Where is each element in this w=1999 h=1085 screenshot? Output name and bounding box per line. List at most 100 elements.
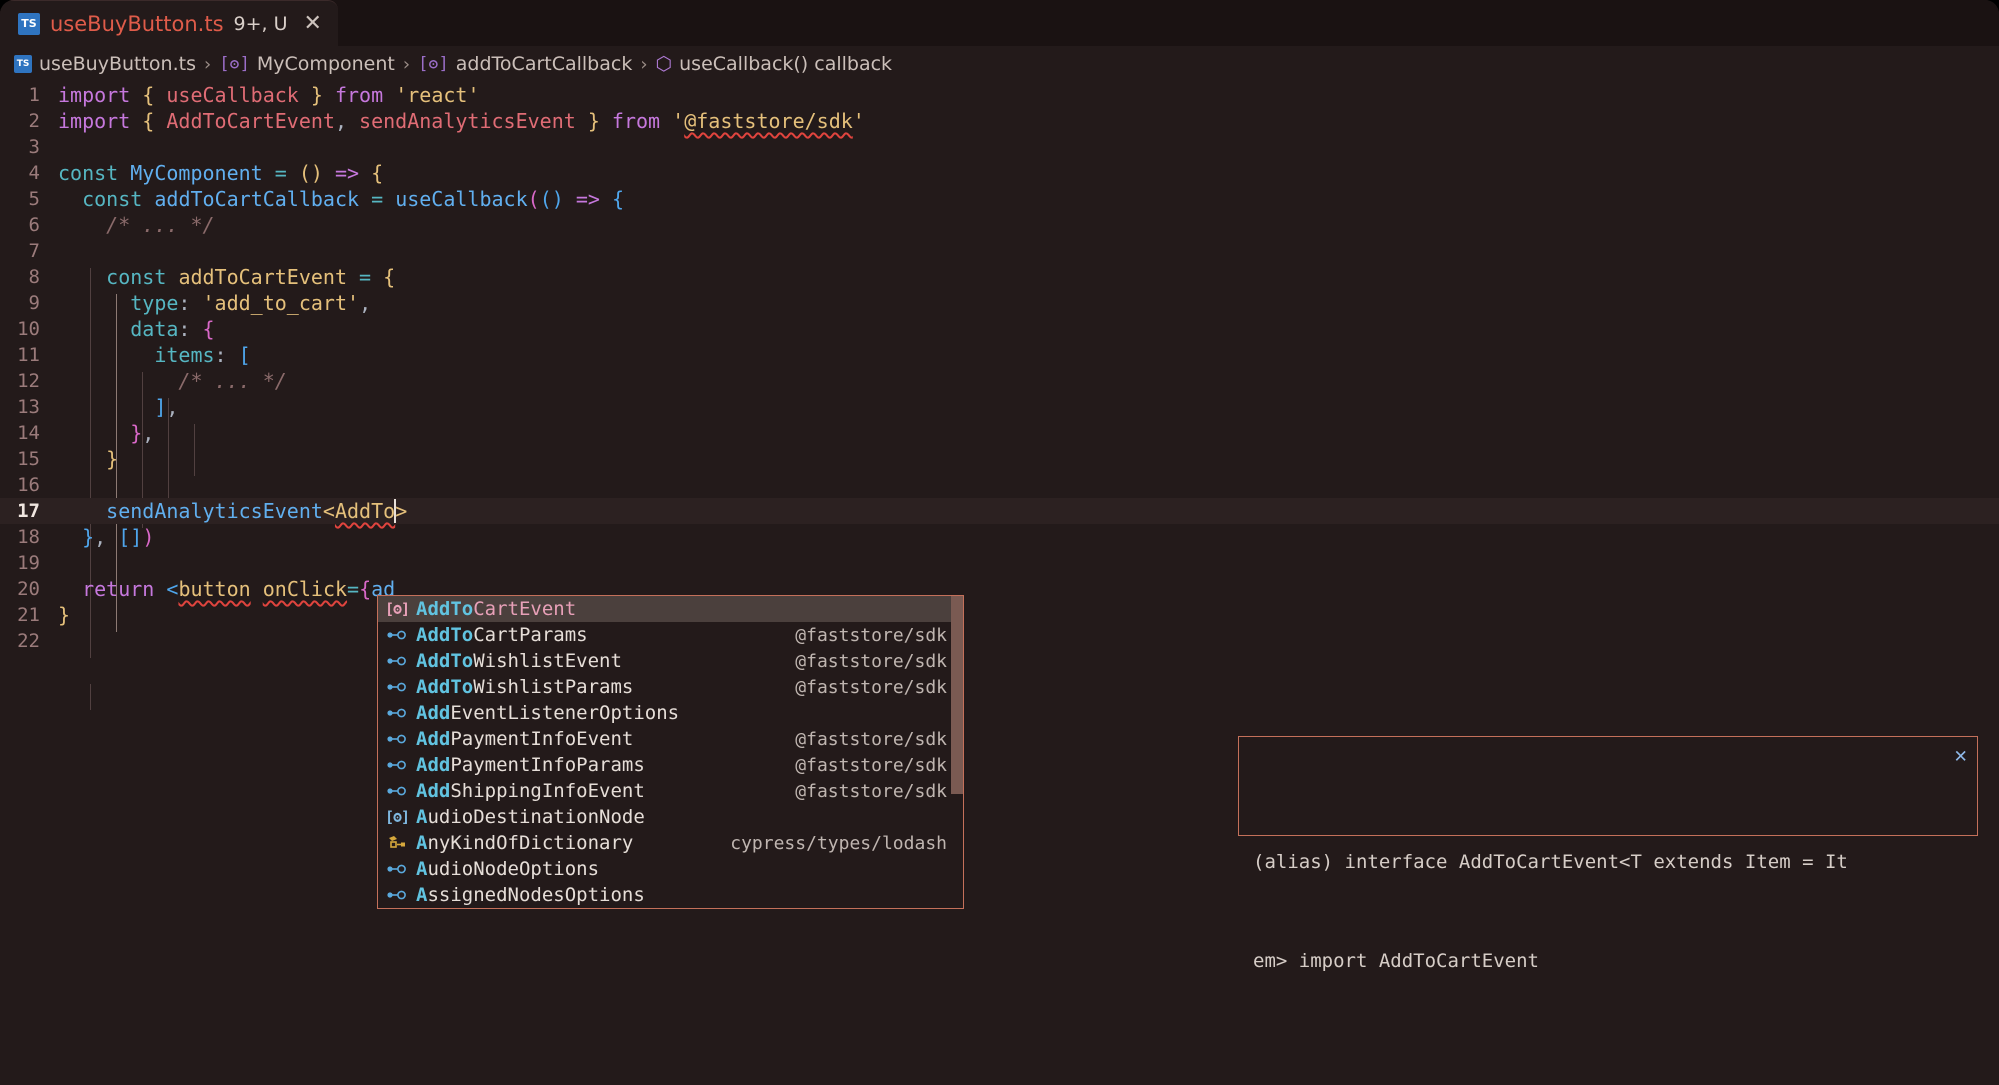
breadcrumb-item-mycomponent[interactable]: [ʘ] MyComponent bbox=[219, 53, 395, 75]
line-number: 6 bbox=[28, 214, 40, 236]
line-number: 21 bbox=[17, 604, 40, 626]
code-line[interactable]: 3 bbox=[0, 134, 1999, 160]
suggest-item[interactable]: AssignedNodesOptions bbox=[378, 882, 963, 908]
code-line[interactable]: 13 ], bbox=[0, 394, 1999, 420]
suggest-item[interactable]: AddToWishlistEvent @faststore/sdk bbox=[378, 648, 963, 674]
code-line[interactable]: 11 items: [ bbox=[0, 342, 1999, 368]
interface-symbol-icon bbox=[384, 783, 410, 799]
interface-symbol-icon bbox=[384, 731, 410, 747]
suggest-item[interactable]: AddPaymentInfoParams @faststore/sdk bbox=[378, 752, 963, 778]
line-number: 5 bbox=[28, 188, 40, 210]
suggest-item-label: AddEventListenerOptions bbox=[416, 702, 680, 724]
code-line[interactable]: 1 import { useCallback } from 'react' bbox=[0, 82, 1999, 108]
breadcrumb-item-file[interactable]: TS useBuyButton.ts bbox=[14, 53, 196, 75]
code-line[interactable]: 4 const MyComponent = () => { bbox=[0, 160, 1999, 186]
line-content: } bbox=[106, 447, 119, 471]
suggest-item[interactable]: AddToWishlistParams @faststore/sdk bbox=[378, 674, 963, 700]
code-line[interactable]: 6 /* ... */ bbox=[0, 212, 1999, 238]
suggest-item[interactable]: AddEventListenerOptions bbox=[378, 700, 963, 726]
suggest-item-detail: @faststore/sdk bbox=[795, 650, 947, 672]
code-line[interactable]: 15 } bbox=[0, 446, 1999, 472]
line-content: const addToCartEvent = { bbox=[106, 265, 396, 289]
line-number: 8 bbox=[28, 266, 40, 288]
editor-tab-usebuybutton[interactable]: TS useBuyButton.ts 9+, U ✕ bbox=[0, 0, 338, 46]
chevron-right-icon: › bbox=[640, 53, 648, 75]
suggest-item[interactable]: AddPaymentInfoEvent @faststore/sdk bbox=[378, 726, 963, 752]
autocomplete-suggest-widget[interactable]: [ʘ] AddToCartEvent AddToCartParams @faststo… bbox=[377, 595, 964, 909]
line-content: type: 'add_to_cart', bbox=[130, 291, 372, 315]
vscode-window: TS useBuyButton.ts 9+, U ✕ TS useBuyButt… bbox=[0, 0, 1999, 1085]
suggest-item-detail: @faststore/sdk bbox=[795, 624, 947, 646]
suggest-item[interactable]: AudioNodeOptions bbox=[378, 856, 963, 882]
line-content: /* ... */ bbox=[58, 213, 215, 237]
code-line[interactable]: 8 const addToCartEvent = { bbox=[0, 264, 1999, 290]
suggest-item-label: AddPaymentInfoEvent bbox=[416, 728, 634, 750]
suggest-scrollbar-thumb[interactable] bbox=[951, 596, 963, 794]
code-line[interactable]: 5 const addToCartCallback = useCallback(… bbox=[0, 186, 1999, 212]
suggest-item[interactable]: AddShippingInfoEvent @faststore/sdk bbox=[378, 778, 963, 804]
line-content: import { useCallback } from 'react' bbox=[58, 83, 480, 107]
code-editor[interactable]: 1 import { useCallback } from 'react' 2 … bbox=[0, 82, 1999, 1085]
breadcrumb-label: useBuyButton.ts bbox=[39, 53, 196, 75]
typescript-file-icon: TS bbox=[14, 55, 32, 73]
line-number: 19 bbox=[17, 552, 40, 574]
suggest-item-list[interactable]: [ʘ] AddToCartEvent AddToCartParams @faststo… bbox=[378, 596, 963, 908]
line-content: ], bbox=[154, 395, 179, 419]
suggest-item-detail: cypress/types/lodash bbox=[730, 832, 947, 854]
line-number: 2 bbox=[28, 110, 40, 132]
suggest-item-label: AudioDestinationNode bbox=[416, 806, 645, 828]
code-line[interactable]: 9 type: 'add_to_cart', bbox=[0, 290, 1999, 316]
method-symbol-icon: [ʘ] bbox=[418, 53, 449, 74]
breadcrumb: TS useBuyButton.ts › [ʘ] MyComponent › [… bbox=[0, 46, 1999, 82]
close-icon[interactable]: ✕ bbox=[304, 12, 322, 35]
code-line[interactable]: 19 bbox=[0, 550, 1999, 576]
code-line[interactable]: 20 return <button onClick={ad bbox=[0, 576, 1999, 602]
code-line[interactable]: 7 bbox=[0, 238, 1999, 264]
line-content: /* ... */ bbox=[58, 369, 287, 393]
code-line[interactable]: 16 bbox=[0, 472, 1999, 498]
interface-symbol-icon bbox=[384, 627, 410, 643]
indent-guide bbox=[90, 684, 91, 710]
suggest-item-detail: @faststore/sdk bbox=[795, 754, 947, 776]
suggest-item-label: AddPaymentInfoParams bbox=[416, 754, 645, 776]
interface-symbol-icon bbox=[384, 861, 410, 877]
typescript-file-icon: TS bbox=[18, 12, 40, 35]
line-content: items: [ bbox=[154, 343, 251, 367]
breadcrumb-label: MyComponent bbox=[256, 53, 395, 75]
interface-symbol-icon bbox=[384, 757, 410, 773]
suggest-item[interactable]: AnyKindOfDictionary cypress/types/lodash bbox=[378, 830, 963, 856]
code-line[interactable]: 14 }, bbox=[0, 420, 1999, 446]
close-icon[interactable]: ✕ bbox=[1954, 745, 1967, 766]
suggest-item[interactable]: [ʘ] AudioDestinationNode bbox=[378, 804, 963, 830]
module-symbol-icon: ⬡ bbox=[655, 52, 673, 75]
code-line[interactable]: 18 }, []) bbox=[0, 524, 1999, 550]
code-line[interactable]: 10 data: { bbox=[0, 316, 1999, 342]
code-line[interactable]: 2 import { AddToCartEvent, sendAnalytics… bbox=[0, 108, 1999, 134]
suggest-item-label: AddToCartParams bbox=[416, 624, 588, 646]
code-line[interactable]: 12 /* ... */ bbox=[0, 368, 1999, 394]
method-symbol-icon: [ʘ] bbox=[219, 53, 250, 74]
suggest-item[interactable]: [ʘ] AddToCartEvent bbox=[378, 596, 963, 622]
suggest-item[interactable]: AddToCartParams @faststore/sdk bbox=[378, 622, 963, 648]
line-content: } bbox=[58, 603, 71, 627]
code-line-active[interactable]: 17 sendAnalyticsEvent<AddTo> bbox=[0, 498, 1999, 524]
line-number: 13 bbox=[17, 396, 40, 418]
code-line[interactable]: 22 bbox=[0, 628, 1999, 654]
line-content: }, bbox=[130, 421, 155, 445]
tab-label: useBuyButton.ts bbox=[50, 11, 224, 36]
breadcrumb-item-addtocartcallback[interactable]: [ʘ] addToCartCallback bbox=[418, 53, 632, 75]
line-content: const addToCartCallback = useCallback(()… bbox=[82, 187, 624, 211]
breadcrumb-item-usecallback[interactable]: ⬡ useCallback() callback bbox=[656, 53, 893, 75]
line-content: const MyComponent = () => { bbox=[58, 161, 384, 185]
line-number: 4 bbox=[28, 162, 40, 184]
chevron-right-icon: › bbox=[402, 53, 411, 75]
code-lines: 1 import { useCallback } from 'react' 2 … bbox=[0, 82, 1999, 710]
line-number: 16 bbox=[17, 474, 40, 496]
suggest-item-label: AddToWishlistEvent bbox=[416, 650, 622, 672]
line-content: return <button onClick={ad bbox=[82, 577, 396, 601]
type-parameter-symbol-icon bbox=[384, 835, 410, 851]
code-line[interactable]: 21 } bbox=[0, 602, 1999, 628]
line-number: 20 bbox=[17, 578, 40, 600]
tab-badge: 9+, U bbox=[233, 12, 288, 35]
suggest-scrollbar[interactable] bbox=[951, 596, 963, 908]
